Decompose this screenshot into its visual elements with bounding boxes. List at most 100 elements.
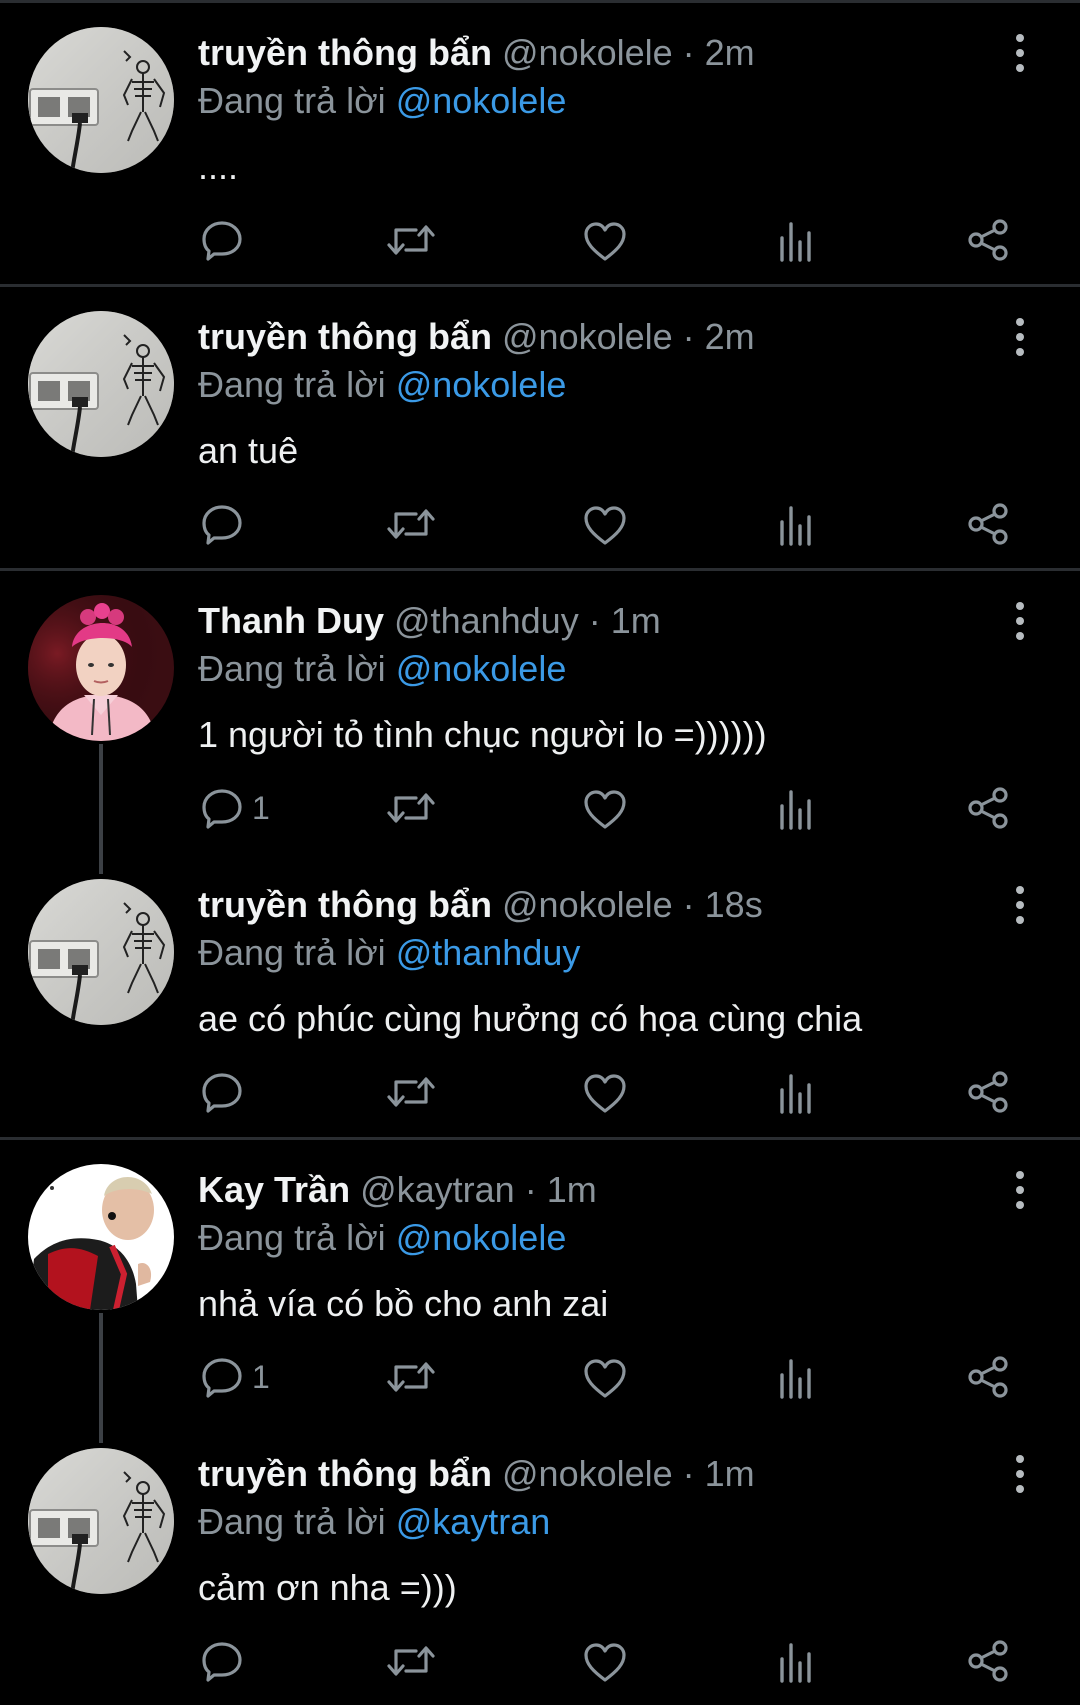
share-button[interactable] [966, 499, 1010, 549]
views-chart-icon [780, 1643, 811, 1683]
share-button[interactable] [966, 783, 1010, 833]
views-button[interactable] [778, 216, 814, 266]
replying-to-mention[interactable]: @nokolele [396, 1217, 567, 1258]
tweet-text: ae có phúc cùng hưởng có họa cùng chia [198, 998, 863, 1039]
replying-to-mention[interactable]: @nokolele [396, 80, 567, 121]
avatar[interactable] [28, 311, 174, 457]
share-icon [968, 219, 1008, 261]
reply-button[interactable] [200, 499, 252, 549]
replying-prefix: Đang trả lời [198, 1501, 396, 1542]
replying-to-mention[interactable]: @nokolele [396, 648, 567, 689]
replying-to: Đang trả lời @nokolele [198, 363, 566, 407]
views-button[interactable] [778, 500, 814, 550]
timestamp: · 2m [682, 32, 755, 73]
retweet-button[interactable] [386, 499, 436, 549]
retweet-button[interactable] [386, 783, 436, 833]
tweet[interactable]: truyền thông bẩn @nokolele · 2m Đang trả… [0, 0, 1080, 284]
avatar[interactable] [28, 595, 174, 741]
user-handle[interactable]: @thanhduy [394, 600, 579, 641]
tweet[interactable]: truyền thông bẩn @nokolele · 1m Đang trả… [0, 1421, 1080, 1705]
views-button[interactable] [778, 1637, 814, 1687]
reply-icon [202, 1642, 242, 1682]
display-name[interactable]: truyền thông bẩn [198, 1453, 492, 1494]
more-options-button[interactable] [1002, 599, 1038, 643]
more-options-button[interactable] [1002, 883, 1038, 927]
retweet-button[interactable] [386, 1636, 436, 1686]
tweet[interactable]: Thanh Duy @thanhduy · 1m Đang trả lời @n… [0, 568, 1080, 852]
like-button[interactable] [583, 785, 627, 835]
views-button[interactable] [778, 1068, 814, 1118]
replying-to-mention[interactable]: @kaytran [396, 1501, 551, 1542]
replying-to-mention[interactable]: @thanhduy [396, 932, 581, 973]
divider [0, 568, 1080, 571]
timestamp: · 18s [682, 884, 763, 925]
replying-to: Đang trả lời @thanhduy [198, 931, 580, 975]
display-name[interactable]: truyền thông bẩn [198, 32, 492, 73]
share-button[interactable] [966, 1352, 1010, 1402]
views-button[interactable] [778, 1353, 814, 1403]
reply-button[interactable]: 1 [200, 1352, 270, 1402]
user-handle[interactable]: @kaytran [360, 1169, 515, 1210]
divider [0, 284, 1080, 287]
reply-button[interactable] [200, 215, 252, 265]
more-options-button[interactable] [1002, 315, 1038, 359]
reply-button[interactable] [200, 1067, 252, 1117]
tweet-header: truyền thông bẩn @nokolele · 2m [198, 31, 755, 75]
timestamp: · 1m [524, 1169, 597, 1210]
retweet-button[interactable] [386, 215, 436, 265]
avatar[interactable] [28, 1448, 174, 1594]
heart-icon [584, 1359, 626, 1398]
timestamp: · 2m [682, 316, 755, 357]
reply-button[interactable]: 1 [200, 783, 270, 833]
heart-icon [584, 506, 626, 545]
tweet[interactable]: truyền thông bẩn @nokolele · 18s Đang tr… [0, 852, 1080, 1136]
avatar[interactable] [28, 27, 174, 173]
tweet[interactable]: Kay Trần @kaytran · 1m Đang trả lời @nok… [0, 1137, 1080, 1421]
display-name[interactable]: truyền thông bẩn [198, 316, 492, 357]
more-options-button[interactable] [1002, 1168, 1038, 1212]
like-button[interactable] [583, 1069, 627, 1119]
display-name[interactable]: truyền thông bẩn [198, 884, 492, 925]
replying-to: Đang trả lời @kaytran [198, 1500, 550, 1544]
user-handle[interactable]: @nokolele [502, 32, 673, 73]
retweet-icon [387, 225, 435, 255]
share-button[interactable] [966, 1636, 1010, 1686]
timestamp: · 1m [588, 600, 661, 641]
avatar[interactable] [28, 1164, 174, 1310]
replying-prefix: Đang trả lời [198, 932, 396, 973]
more-options-button[interactable] [1002, 31, 1038, 75]
user-handle[interactable]: @nokolele [502, 316, 673, 357]
share-button[interactable] [966, 1067, 1010, 1117]
user-handle[interactable]: @nokolele [502, 884, 673, 925]
like-button[interactable] [583, 217, 627, 267]
thread-connector-line [99, 1313, 103, 1443]
more-vertical-icon [1016, 886, 1024, 894]
user-handle[interactable]: @nokolele [502, 1453, 673, 1494]
share-icon [968, 1071, 1008, 1113]
like-button[interactable] [583, 501, 627, 551]
retweet-button[interactable] [386, 1352, 436, 1402]
replying-to-mention[interactable]: @nokolele [396, 364, 567, 405]
like-button[interactable] [583, 1354, 627, 1404]
share-icon [968, 1356, 1008, 1398]
views-button[interactable] [778, 784, 814, 834]
more-options-button[interactable] [1002, 1452, 1038, 1496]
tweet-header: truyền thông bẩn @nokolele · 1m [198, 1452, 755, 1496]
tweet[interactable]: truyền thông bẩn @nokolele · 2m Đang trả… [0, 284, 1080, 568]
tweet-text: .... [198, 146, 239, 187]
more-vertical-icon [1016, 1171, 1024, 1179]
like-button[interactable] [583, 1638, 627, 1688]
tweet-text: an tuê [198, 430, 299, 471]
replying-to: Đang trả lời @nokolele [198, 647, 566, 691]
retweet-button[interactable] [386, 1067, 436, 1117]
reply-button[interactable] [200, 1636, 252, 1686]
avatar[interactable] [28, 879, 174, 1025]
tweet-text: 1 người tỏ tình chục người lo =)))))) [198, 714, 767, 755]
retweet-icon [387, 1646, 435, 1676]
share-button[interactable] [966, 215, 1010, 265]
views-chart-icon [780, 790, 811, 830]
reply-icon [202, 1073, 242, 1113]
more-vertical-icon [1016, 602, 1024, 610]
display-name[interactable]: Thanh Duy [198, 600, 384, 641]
display-name[interactable]: Kay Trần [198, 1169, 350, 1210]
